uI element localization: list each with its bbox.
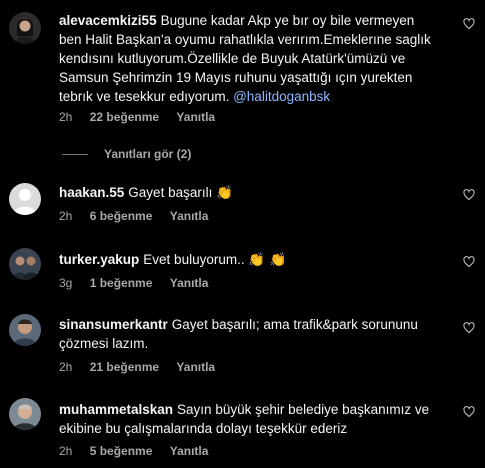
comment-time: 2h [59,444,73,458]
comment-text: Evet buluyorum.. [143,252,245,267]
reply-button[interactable]: Yanıtla [170,209,209,223]
clap-emoji: 👏 👏 [248,252,287,268]
comment-body: turker.yakup Evet buluyorum.. 👏 👏 [59,250,439,270]
view-replies-button[interactable]: Yanıtları gör (2) [62,147,191,161]
likes-count[interactable]: 5 beğenme [90,444,153,458]
comment-username[interactable]: alevacemkizi55 [59,13,157,28]
comment-time: 2h [59,110,73,124]
replies-divider [62,153,88,155]
likes-count[interactable]: 6 beğenme [90,209,153,223]
heart-icon[interactable] [463,189,475,201]
comment-username[interactable]: turker.yakup [59,252,139,267]
comment-text: Gayet başarılı [128,185,213,200]
comment-meta: 2h 21 beğenme Yanıtla [59,360,229,374]
likes-count[interactable]: 1 beğenme [90,276,153,290]
comment-body: muhammetalskan Sayın büyük şehir belediye… [59,400,439,438]
comment-time: 2h [59,360,73,374]
likes-count[interactable]: 22 beğenme [90,110,159,124]
avatar[interactable] [9,183,41,215]
heart-icon[interactable] [463,406,475,418]
avatar[interactable] [9,398,41,430]
comment-meta: 2h 5 beğenme Yanıtla [59,444,222,458]
avatar[interactable] [9,314,41,346]
avatar[interactable] [9,248,41,280]
comment-meta: 2h 6 beğenme Yanıtla [59,209,222,223]
heart-icon[interactable] [463,322,475,334]
clap-emoji: 👏 [216,185,233,201]
reply-button[interactable]: Yanıtla [176,360,215,374]
heart-icon[interactable] [463,18,475,30]
heart-icon[interactable] [463,256,475,268]
comment-meta: 2h 22 beğenme Yanıtla [59,110,229,124]
comment-body: sinansumerkantr Gayet başarılı; ama trafi… [59,315,439,353]
comment-username[interactable]: sinansumerkantr [59,317,168,332]
comment-time: 3g [59,276,73,290]
reply-button[interactable]: Yanıtla [170,276,209,290]
comment-username[interactable]: muhammetalskan [59,402,173,417]
comment-time: 2h [59,209,73,223]
likes-count[interactable]: 21 beğenme [90,360,159,374]
reply-button[interactable]: Yanıtla [176,110,215,124]
avatar[interactable] [9,12,41,44]
reply-button[interactable]: Yanıtla [170,444,209,458]
comment-body: alevacemkizi55 Bugune kadar Akp ye bır oy… [59,11,439,106]
mention-link[interactable]: @halitdoganbsk [233,89,330,104]
comment-meta: 3g 1 beğenme Yanıtla [59,276,222,290]
view-replies-label: Yanıtları gör (2) [104,147,192,161]
comment-body: haakan.55 Gayet başarılı 👏 [59,183,439,203]
comment-username[interactable]: haakan.55 [59,185,124,200]
